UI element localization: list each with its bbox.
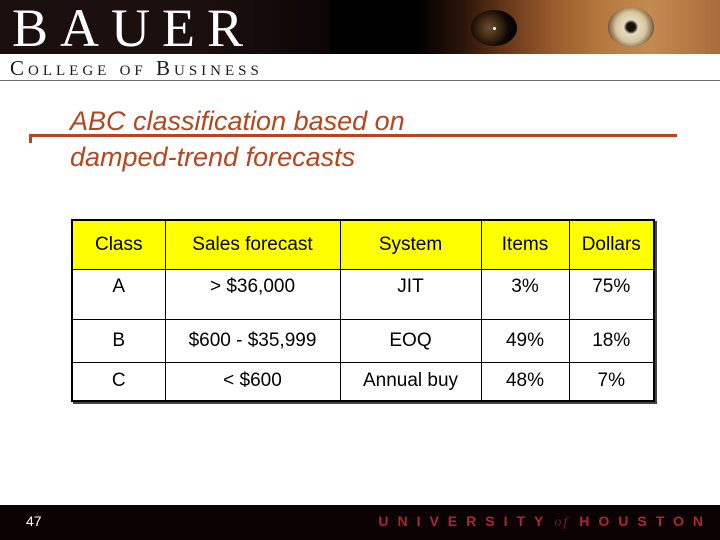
cell-class: A (71, 268, 166, 320)
header-banner: BAUER (0, 0, 720, 54)
wordmark-university: UNIVERSITY (378, 513, 553, 529)
abc-table-container: Class Sales forecast System Items Dollar… (71, 219, 655, 402)
column-header-class: Class (71, 219, 166, 270)
college-subtitle: College of Business (10, 56, 263, 80)
cell-items: 3% (480, 268, 570, 320)
column-header-items: Items (480, 219, 570, 270)
wordmark-of: of (554, 515, 570, 530)
cougar-right-eye (608, 7, 654, 47)
slide-title-line-2: damped-trend forecasts (70, 142, 356, 172)
cell-dollars: 18% (568, 318, 655, 363)
cell-system: EOQ (339, 318, 482, 363)
university-of-houston-wordmark: UNIVERSITY of HOUSTON (378, 513, 712, 531)
cell-sales-forecast: > $36,000 (164, 268, 341, 320)
cell-dollars: 7% (568, 361, 655, 402)
table-row: C < $600 Annual buy 48% 7% (71, 361, 655, 402)
cell-system: Annual buy (339, 361, 482, 402)
cell-sales-forecast: < $600 (164, 361, 341, 402)
wordmark-houston: HOUSTON (579, 513, 712, 529)
title-underline-tick (29, 134, 32, 143)
bauer-logo: BAUER (12, 0, 256, 54)
column-header-sales-forecast: Sales forecast (164, 219, 341, 270)
cell-items: 49% (480, 318, 570, 363)
table-header-row: Class Sales forecast System Items Dollar… (71, 219, 655, 270)
slide-title: ABC classification based on damped-trend… (70, 103, 670, 175)
slide-title-line-1: ABC classification based on (70, 106, 405, 136)
column-header-dollars: Dollars (568, 219, 655, 270)
cell-class: B (71, 318, 166, 363)
cell-system: JIT (339, 268, 482, 320)
cell-dollars: 75% (568, 268, 655, 320)
college-subtitle-bar: College of Business (0, 54, 720, 81)
footer-bar: 47 UNIVERSITY of HOUSTON (0, 505, 720, 540)
cell-sales-forecast: $600 - $35,999 (164, 318, 341, 363)
table-row: B $600 - $35,999 EOQ 49% 18% (71, 318, 655, 363)
cell-items: 48% (480, 361, 570, 402)
abc-classification-table: Class Sales forecast System Items Dollar… (71, 219, 655, 402)
table-row: A > $36,000 JIT 3% 75% (71, 268, 655, 320)
cell-class: C (71, 361, 166, 402)
column-header-system: System (339, 219, 482, 270)
eye-highlight (493, 27, 496, 30)
cougar-eyes-image (330, 0, 720, 54)
page-number: 47 (26, 513, 42, 529)
